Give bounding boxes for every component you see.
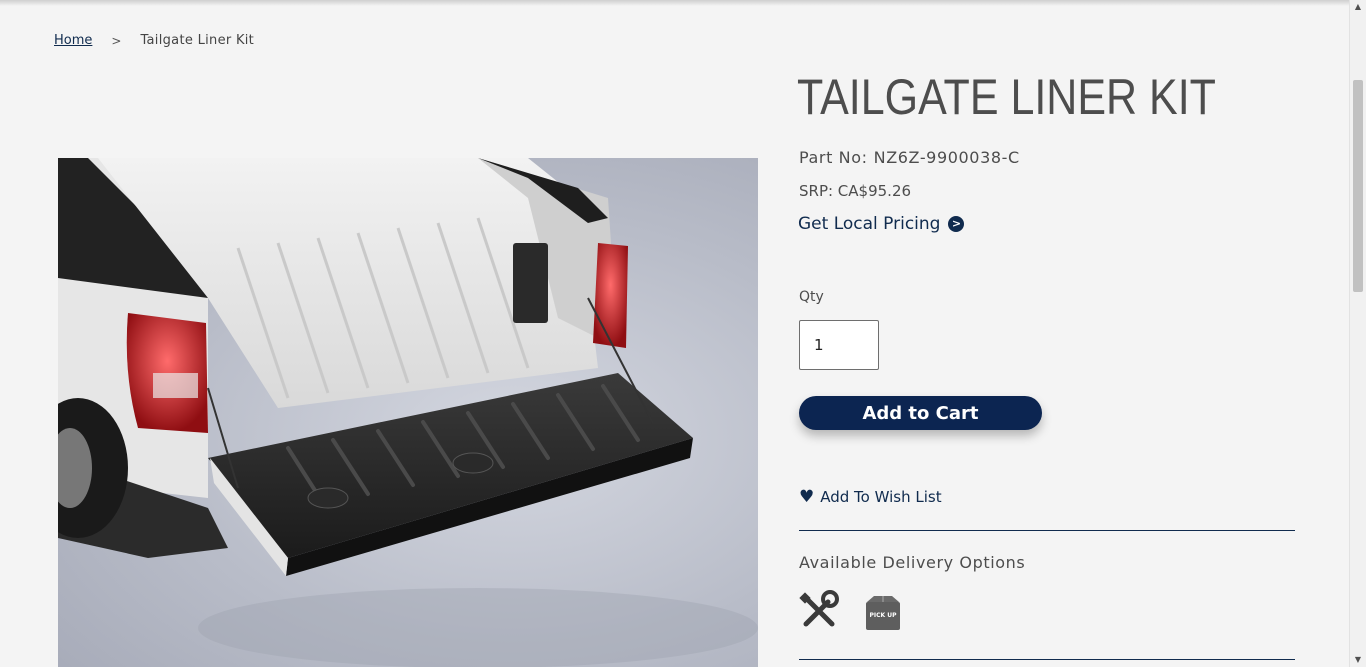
delivery-options-title: Available Delivery Options — [799, 553, 1026, 572]
pickup-label: PICK UP — [869, 612, 897, 619]
add-to-cart-button[interactable]: Add to Cart — [799, 396, 1042, 430]
get-local-pricing-link[interactable]: Get Local Pricing > — [798, 214, 965, 234]
part-number-label: Part No: — [799, 148, 868, 167]
header-shadow — [0, 0, 1350, 6]
pickup-box-icon: PICK UP — [864, 594, 902, 632]
get-local-pricing-label: Get Local Pricing — [798, 214, 941, 234]
chevron-right-circle-icon: > — [948, 216, 965, 232]
qty-label: Qty — [799, 289, 824, 305]
breadcrumb-home-link[interactable]: Home — [54, 33, 92, 48]
wish-list-label: Add To Wish List — [820, 488, 942, 506]
tools-icon — [798, 590, 840, 636]
scroll-up-arrow-icon[interactable]: ▲ — [1350, 0, 1366, 14]
product-image[interactable] — [58, 158, 758, 667]
divider — [799, 530, 1295, 531]
scroll-down-arrow-icon[interactable]: ▼ — [1350, 653, 1366, 667]
breadcrumb-separator-icon: > — [111, 33, 122, 48]
product-title: TAILGATE LINER KIT — [797, 69, 1216, 125]
add-to-wish-list-link[interactable]: ♥ Add To Wish List — [799, 487, 942, 507]
delivery-options: PICK UP — [798, 590, 902, 636]
scroll-thumb[interactable] — [1353, 80, 1363, 292]
divider — [799, 659, 1295, 660]
breadcrumb: Home > Tailgate Liner Kit — [54, 33, 254, 48]
part-number: Part No: NZ6Z-9900038-C — [799, 148, 1020, 167]
part-number-value: NZ6Z-9900038-C — [873, 148, 1020, 167]
scrollbar[interactable]: ▲ ▼ — [1349, 0, 1366, 667]
heart-icon: ♥ — [799, 487, 815, 507]
breadcrumb-current: Tailgate Liner Kit — [140, 33, 255, 48]
srp-price: SRP: CA$95.26 — [799, 182, 912, 200]
qty-input[interactable] — [799, 320, 879, 370]
